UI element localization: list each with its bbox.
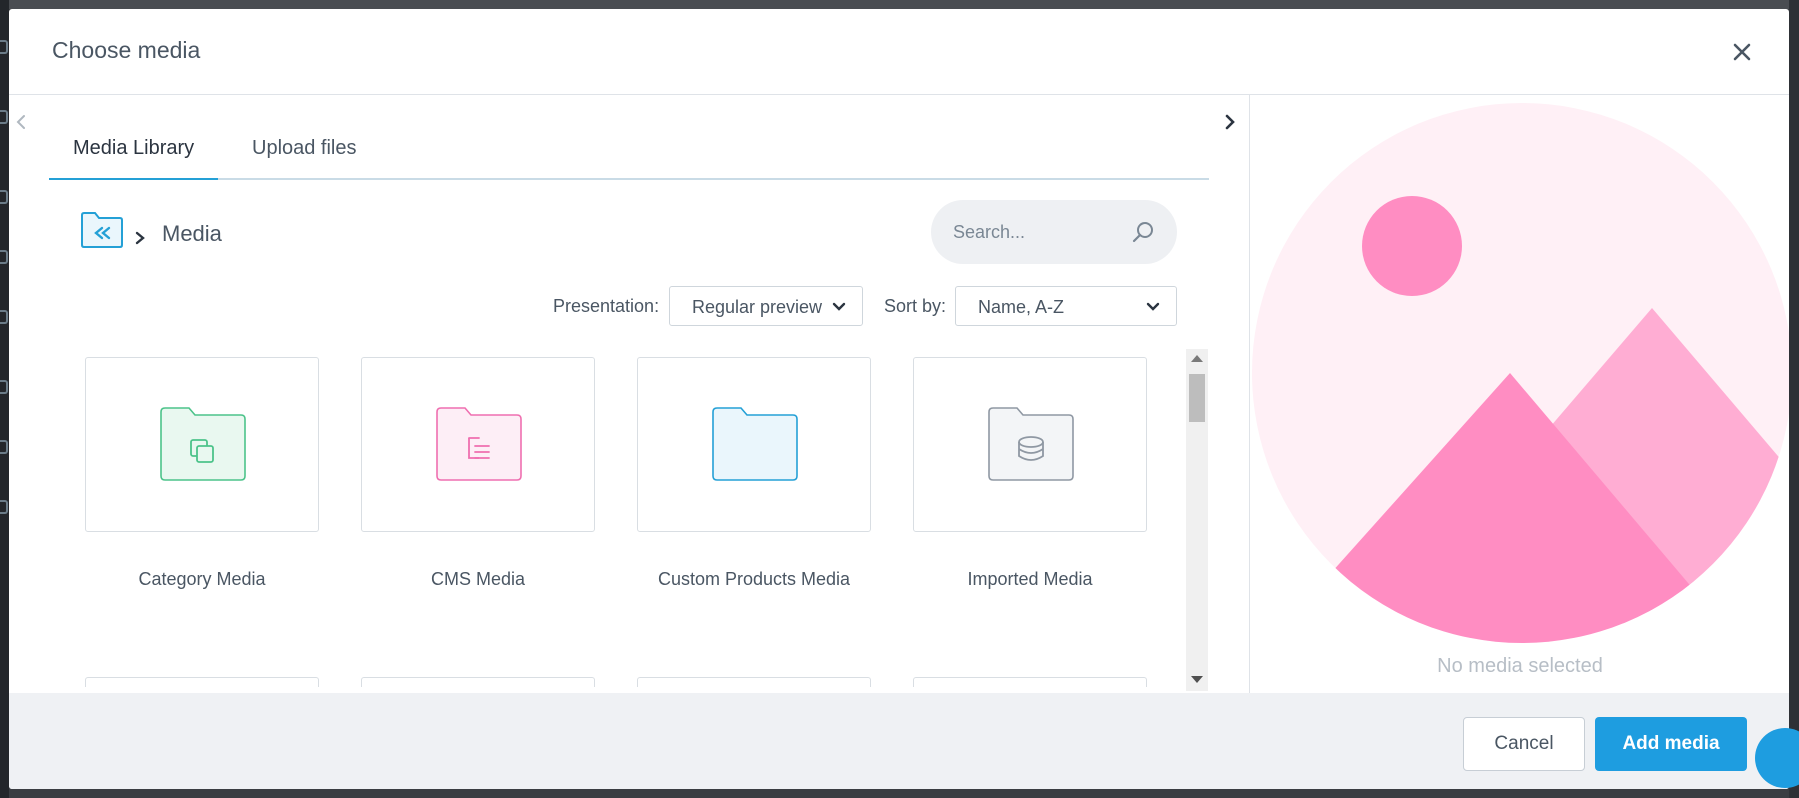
folder-database-icon [988,407,1074,481]
scroll-thumb[interactable] [1189,374,1205,422]
folder-card-partial[interactable] [85,677,319,687]
media-preview-panel: No media selected [1249,95,1789,693]
media-tabs: Media Library Upload files [49,117,1209,180]
no-media-text: No media selected [1437,655,1603,677]
presentation-label: Presentation: [553,296,660,316]
breadcrumb-current: Media [162,221,222,246]
modal-footer: Cancel Add media [9,693,1789,789]
chevron-right-icon[interactable] [1221,113,1239,131]
choose-media-modal: Choose media Media Library Upload files … [9,9,1789,789]
sort-select[interactable]: Name, A-Z [955,286,1177,326]
chevron-left-icon[interactable] [13,113,31,131]
folder-card-thumbnail[interactable] [913,357,1147,532]
background-topbar [9,0,1789,9]
breadcrumb-chevron-icon [135,231,145,245]
scroll-up-arrow[interactable] [1191,355,1203,362]
folder-card-partial[interactable] [361,677,595,687]
folder-card-thumbnail[interactable] [85,357,319,532]
image-placeholder-icon [1252,103,1789,643]
background-right-edge [1789,0,1799,798]
presentation-select[interactable]: Regular preview [669,286,863,326]
folder-card-thumbnail[interactable] [637,357,871,532]
search-input[interactable] [953,218,1133,246]
modal-header: Choose media [9,9,1789,95]
folder-card-partial[interactable] [637,677,871,687]
cancel-button[interactable]: Cancel [1463,717,1585,771]
chevron-down-icon [832,302,846,311]
media-grid: Category Media CMS Media Custom Products… [49,357,1179,687]
close-icon[interactable] [1729,39,1755,65]
presentation-value: Regular preview [692,297,823,317]
grid-scrollbar[interactable] [1186,349,1208,691]
folder-icon [712,407,798,481]
modal-title: Choose media [52,37,201,63]
folder-document-icon [436,407,522,481]
tab-media-library[interactable]: Media Library [73,137,194,160]
folder-card-label: Imported Media [967,569,1093,589]
tab-upload-files[interactable]: Upload files [252,137,357,160]
chevron-down-icon [1146,302,1160,311]
folder-card-thumbnail[interactable] [361,357,595,532]
folder-copy-icon [160,407,246,481]
sort-label: Sort by: [884,296,947,316]
active-tab-indicator [49,178,218,180]
folder-card-label: Custom Products Media [657,569,851,589]
sort-value: Name, A-Z [978,297,1065,317]
folder-card-partial[interactable] [913,677,1147,687]
folder-back-icon[interactable] [80,211,124,249]
add-media-button[interactable]: Add media [1595,717,1747,771]
scroll-down-arrow[interactable] [1191,676,1203,683]
folder-card-label: Category Media [138,569,266,589]
background-sidebar [0,0,9,798]
search-box [931,200,1177,264]
folder-card-label: CMS Media [430,569,526,589]
search-icon[interactable] [1131,220,1155,244]
